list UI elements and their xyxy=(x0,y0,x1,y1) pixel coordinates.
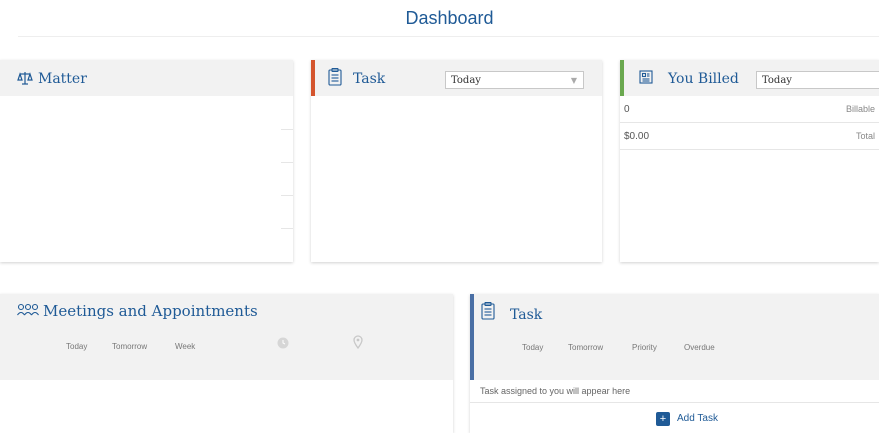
billed-row-total: $0.00 Total xyxy=(620,123,879,150)
task-card: Task Today ▼ xyxy=(311,60,602,262)
divider xyxy=(281,195,293,196)
meetings-tab-today[interactable]: Today xyxy=(66,342,87,351)
billable-label: Billable xyxy=(845,104,875,114)
task-filter-select[interactable]: Today ▼ xyxy=(445,71,584,89)
meetings-card: Meetings and Appointments Today Tomorrow… xyxy=(0,294,453,433)
billed-card: You Billed Today 0 Billable $0.00 Total xyxy=(620,60,879,262)
task-tab-priority[interactable]: Priority xyxy=(632,343,657,352)
clipboard-icon xyxy=(328,68,342,86)
total-amount: $0.00 xyxy=(624,131,650,142)
total-label: Total xyxy=(855,131,875,141)
task-card-accent xyxy=(311,60,315,96)
meetings-tab-week[interactable]: Week xyxy=(175,342,195,351)
location-pin-icon[interactable] xyxy=(353,335,363,349)
meetings-card-title: Meetings and Appointments xyxy=(43,302,258,320)
task-list-card-title: Task xyxy=(510,307,543,323)
invoice-icon xyxy=(639,70,653,84)
task-list-card-accent xyxy=(470,294,474,380)
scale-icon xyxy=(17,72,33,85)
billed-filter-value: Today xyxy=(762,75,792,86)
task-tab-overdue[interactable]: Overdue xyxy=(684,343,715,352)
chevron-down-icon: ▼ xyxy=(570,76,577,85)
divider xyxy=(470,402,879,403)
divider xyxy=(281,129,293,130)
billable-count: 0 xyxy=(624,104,630,115)
people-icon xyxy=(17,303,39,316)
clipboard-icon xyxy=(481,302,495,320)
task-tab-today[interactable]: Today xyxy=(522,343,543,352)
billed-filter-select[interactable]: Today xyxy=(756,71,879,89)
billed-card-accent xyxy=(620,60,624,96)
task-list-card: Task Today Tomorrow Priority Overdue Tas… xyxy=(470,294,879,433)
add-task-button[interactable]: + xyxy=(656,412,670,426)
matter-card-title: Matter xyxy=(38,71,87,87)
clock-icon[interactable] xyxy=(277,337,289,349)
task-empty-message: Task assigned to you will appear here xyxy=(480,386,631,396)
divider xyxy=(281,162,293,163)
matter-card: Matter xyxy=(0,60,293,262)
page-title: Dashboard xyxy=(405,8,494,28)
task-card-title: Task xyxy=(353,71,386,87)
title-divider xyxy=(18,36,879,37)
divider xyxy=(281,228,293,229)
billed-card-title: You Billed xyxy=(668,71,739,87)
meetings-tab-tomorrow[interactable]: Tomorrow xyxy=(112,342,147,351)
add-task-label[interactable]: Add Task xyxy=(677,413,718,424)
task-filter-value: Today xyxy=(451,75,481,86)
task-tab-tomorrow[interactable]: Tomorrow xyxy=(568,343,603,352)
billed-row-billable: 0 Billable xyxy=(620,96,879,123)
